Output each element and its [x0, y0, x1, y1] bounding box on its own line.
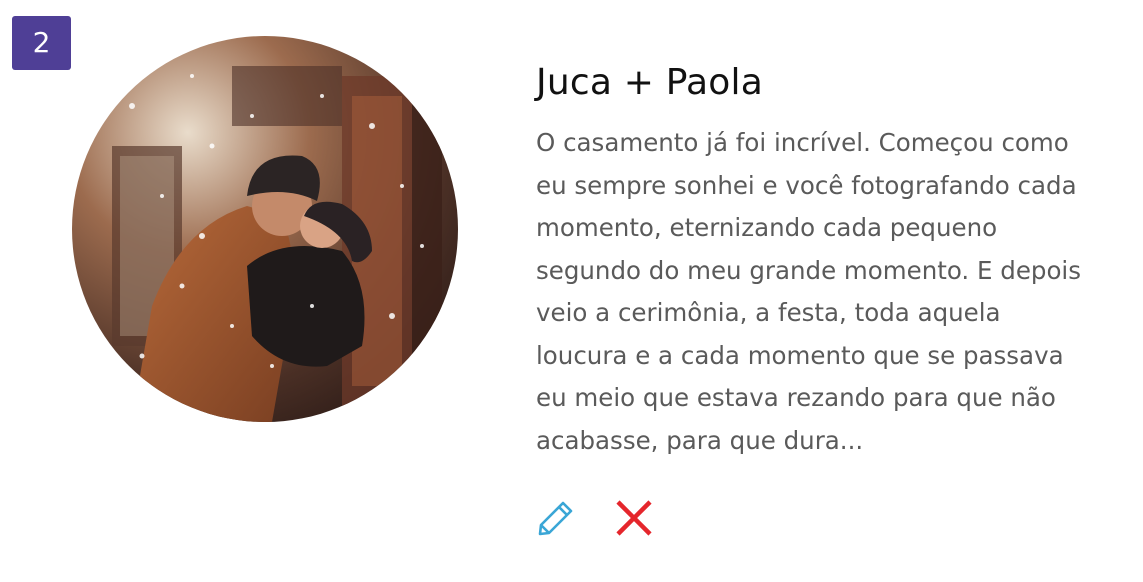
index-badge: 2 [12, 16, 71, 70]
card-actions [536, 500, 654, 540]
couple-photo [72, 36, 458, 422]
testimonial-card: 2 Juca + Paola O casamento já foi incrív… [0, 0, 1143, 582]
testimonial-content: Juca + Paola O casamento já foi incrível… [536, 56, 1096, 462]
delete-button[interactable] [614, 500, 654, 540]
pencil-icon [537, 499, 575, 541]
edit-button[interactable] [536, 500, 576, 540]
close-icon [615, 499, 653, 541]
testimonial-text: O casamento já foi incrível. Começou com… [536, 128, 1082, 455]
couple-name-title: Juca + Paola [536, 62, 763, 103]
